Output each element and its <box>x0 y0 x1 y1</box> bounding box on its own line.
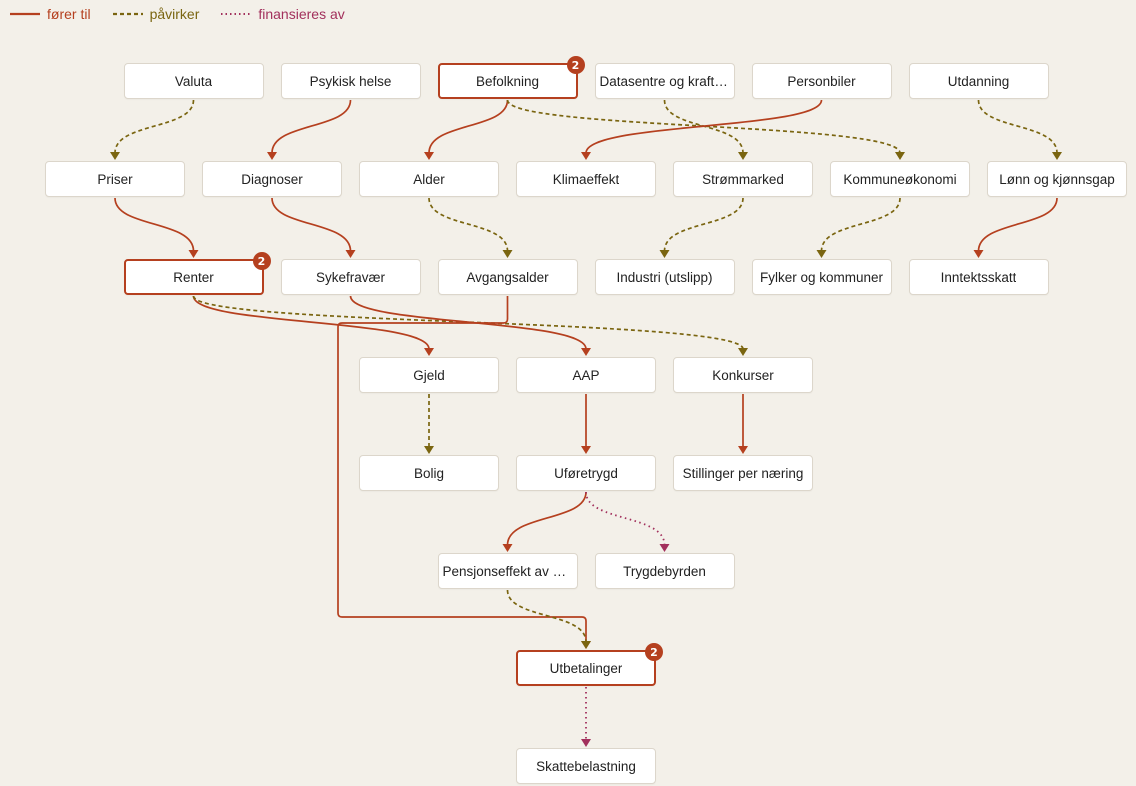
node-bolig[interactable]: Bolig <box>359 455 499 491</box>
edge-utdanning-to-lonn <box>977 99 1058 154</box>
node-trygdebyrden[interactable]: Trygdebyrden <box>594 553 735 589</box>
node-label: Gjeld <box>413 367 445 383</box>
edge-personbiler-to-klimaeffekt <box>585 99 823 154</box>
node-label: Renter <box>173 269 214 285</box>
node-stillinger[interactable]: Stillinger per næring <box>673 455 813 491</box>
arrowhead <box>738 348 748 356</box>
node-label: Utdanning <box>947 73 1010 89</box>
edge-alder-to-avgangsalder <box>428 197 509 252</box>
edge-valuta-to-priser <box>114 99 195 154</box>
node-label: Avgangsalder <box>466 269 549 285</box>
node-konkurser[interactable]: Konkurser <box>673 357 813 393</box>
count-badge: 2 <box>566 56 585 74</box>
edge-diagnoser-to-sykefravaer <box>271 197 352 252</box>
edge-uforetrygd-to-trygdebyrden <box>585 491 666 546</box>
edge-befolkning-to-alder <box>428 99 509 154</box>
node-label: AAP <box>572 367 600 383</box>
arrowhead <box>424 152 434 160</box>
node-renter[interactable]: Renter 2 <box>123 252 271 295</box>
node-label: Pensjonseffekt av uføretrygd <box>442 563 573 579</box>
arrowhead <box>738 152 748 160</box>
arrowhead <box>188 250 199 258</box>
node-label: Bolig <box>413 465 445 481</box>
arrowhead <box>895 152 905 160</box>
node-valuta[interactable]: Valuta <box>123 63 264 99</box>
edge-kommuneokonomi-to-fylker <box>820 197 901 252</box>
arrowhead <box>502 250 513 258</box>
node-sykefravaer[interactable]: Sykefravær <box>280 259 421 295</box>
node-label: Valuta <box>174 73 213 89</box>
node-psykisk[interactable]: Psykisk helse <box>280 63 421 99</box>
arrowhead <box>110 152 120 160</box>
arrowhead <box>973 250 984 258</box>
arrowhead <box>345 250 356 258</box>
node-befolkning[interactable]: Befolkning 2 <box>437 56 585 99</box>
count-badge: 2 <box>252 252 271 270</box>
node-label: Trygdebyrden <box>623 563 706 579</box>
arrowhead <box>424 446 434 454</box>
arrowhead <box>816 250 827 258</box>
node-datasentre[interactable]: Datasentre og kraftforbruk <box>594 63 735 99</box>
node-industri[interactable]: Industri (utslipp) <box>594 259 735 295</box>
arrowhead <box>659 250 670 258</box>
node-label: Priser <box>97 171 133 187</box>
arrowhead <box>581 641 591 649</box>
arrowhead <box>267 152 277 160</box>
node-klimaeffekt[interactable]: Klimaeffekt <box>516 161 656 197</box>
edge-priser-to-renter <box>114 197 195 252</box>
node-label: Klimaeffekt <box>552 171 620 187</box>
node-avgangsalder[interactable]: Avgangsalder <box>437 259 578 295</box>
node-kommuneokonomi[interactable]: Kommuneøkonomi <box>830 161 970 197</box>
node-label: Skattebelastning <box>536 758 636 774</box>
node-label: Uføretrygd <box>554 465 618 481</box>
arrowhead <box>502 544 513 552</box>
node-personbiler[interactable]: Personbiler <box>751 63 892 99</box>
node-alder[interactable]: Alder <box>359 161 499 197</box>
edge-psykisk-to-diagnoser <box>271 99 352 154</box>
node-label: Psykisk helse <box>309 73 392 89</box>
node-label: Sykefravær <box>315 269 386 285</box>
node-label: Diagnoser <box>241 171 303 187</box>
node-label: Konkurser <box>712 367 774 383</box>
node-label: Kommuneøkonomi <box>843 171 957 187</box>
node-label: Fylker og kommuner <box>759 269 884 285</box>
arrowhead <box>738 446 748 454</box>
arrowhead <box>1052 152 1062 160</box>
node-label: Stillinger per næring <box>682 465 804 481</box>
node-priser[interactable]: Priser <box>45 161 185 197</box>
node-lonn[interactable]: Lønn og kjønnsgap <box>987 161 1127 197</box>
edge-lonn-to-inntektsskatt <box>977 197 1058 252</box>
node-strommarked[interactable]: Strømmarked <box>673 161 813 197</box>
arrowhead <box>581 152 591 160</box>
count-badge: 2 <box>645 643 663 661</box>
arrowhead <box>424 348 434 356</box>
node-label: Personbiler <box>787 73 856 89</box>
node-label: Alder <box>413 171 445 187</box>
node-label: Datasentre og kraftforbruk <box>599 73 730 89</box>
node-inntektsskatt[interactable]: Inntektsskatt <box>908 259 1049 295</box>
arrowhead <box>581 348 591 356</box>
node-diagnoser[interactable]: Diagnoser <box>202 161 342 197</box>
node-label: Lønn og kjønnsgap <box>999 171 1115 187</box>
node-skattebelastning[interactable]: Skattebelastning <box>516 748 656 784</box>
arrowhead <box>581 739 591 747</box>
node-fylker[interactable]: Fylker og kommuner <box>751 259 892 295</box>
node-label: Befolkning <box>475 73 540 89</box>
node-label: Utbetalinger <box>549 660 623 676</box>
node-utdanning[interactable]: Utdanning <box>908 63 1049 99</box>
node-aap[interactable]: AAP <box>516 357 656 393</box>
node-label: Industri (utslipp) <box>616 269 713 285</box>
arrowhead <box>581 446 591 454</box>
node-label: Inntektsskatt <box>940 269 1017 285</box>
node-gjeld[interactable]: Gjeld <box>359 357 499 393</box>
edge-pensjonseffekt-to-utbetalinger <box>506 589 587 643</box>
node-pensjonseffekt[interactable]: Pensjonseffekt av uføretrygd <box>437 553 578 589</box>
node-utbetalinger[interactable]: Utbetalinger 2 <box>516 643 663 686</box>
node-label: Strømmarked <box>702 171 784 187</box>
node-uforetrygd[interactable]: Uføretrygd <box>516 455 656 491</box>
arrowhead <box>659 544 670 552</box>
edge-strommarked-to-industri <box>663 197 744 252</box>
edge-uforetrygd-to-pensjonseffekt <box>506 491 587 546</box>
